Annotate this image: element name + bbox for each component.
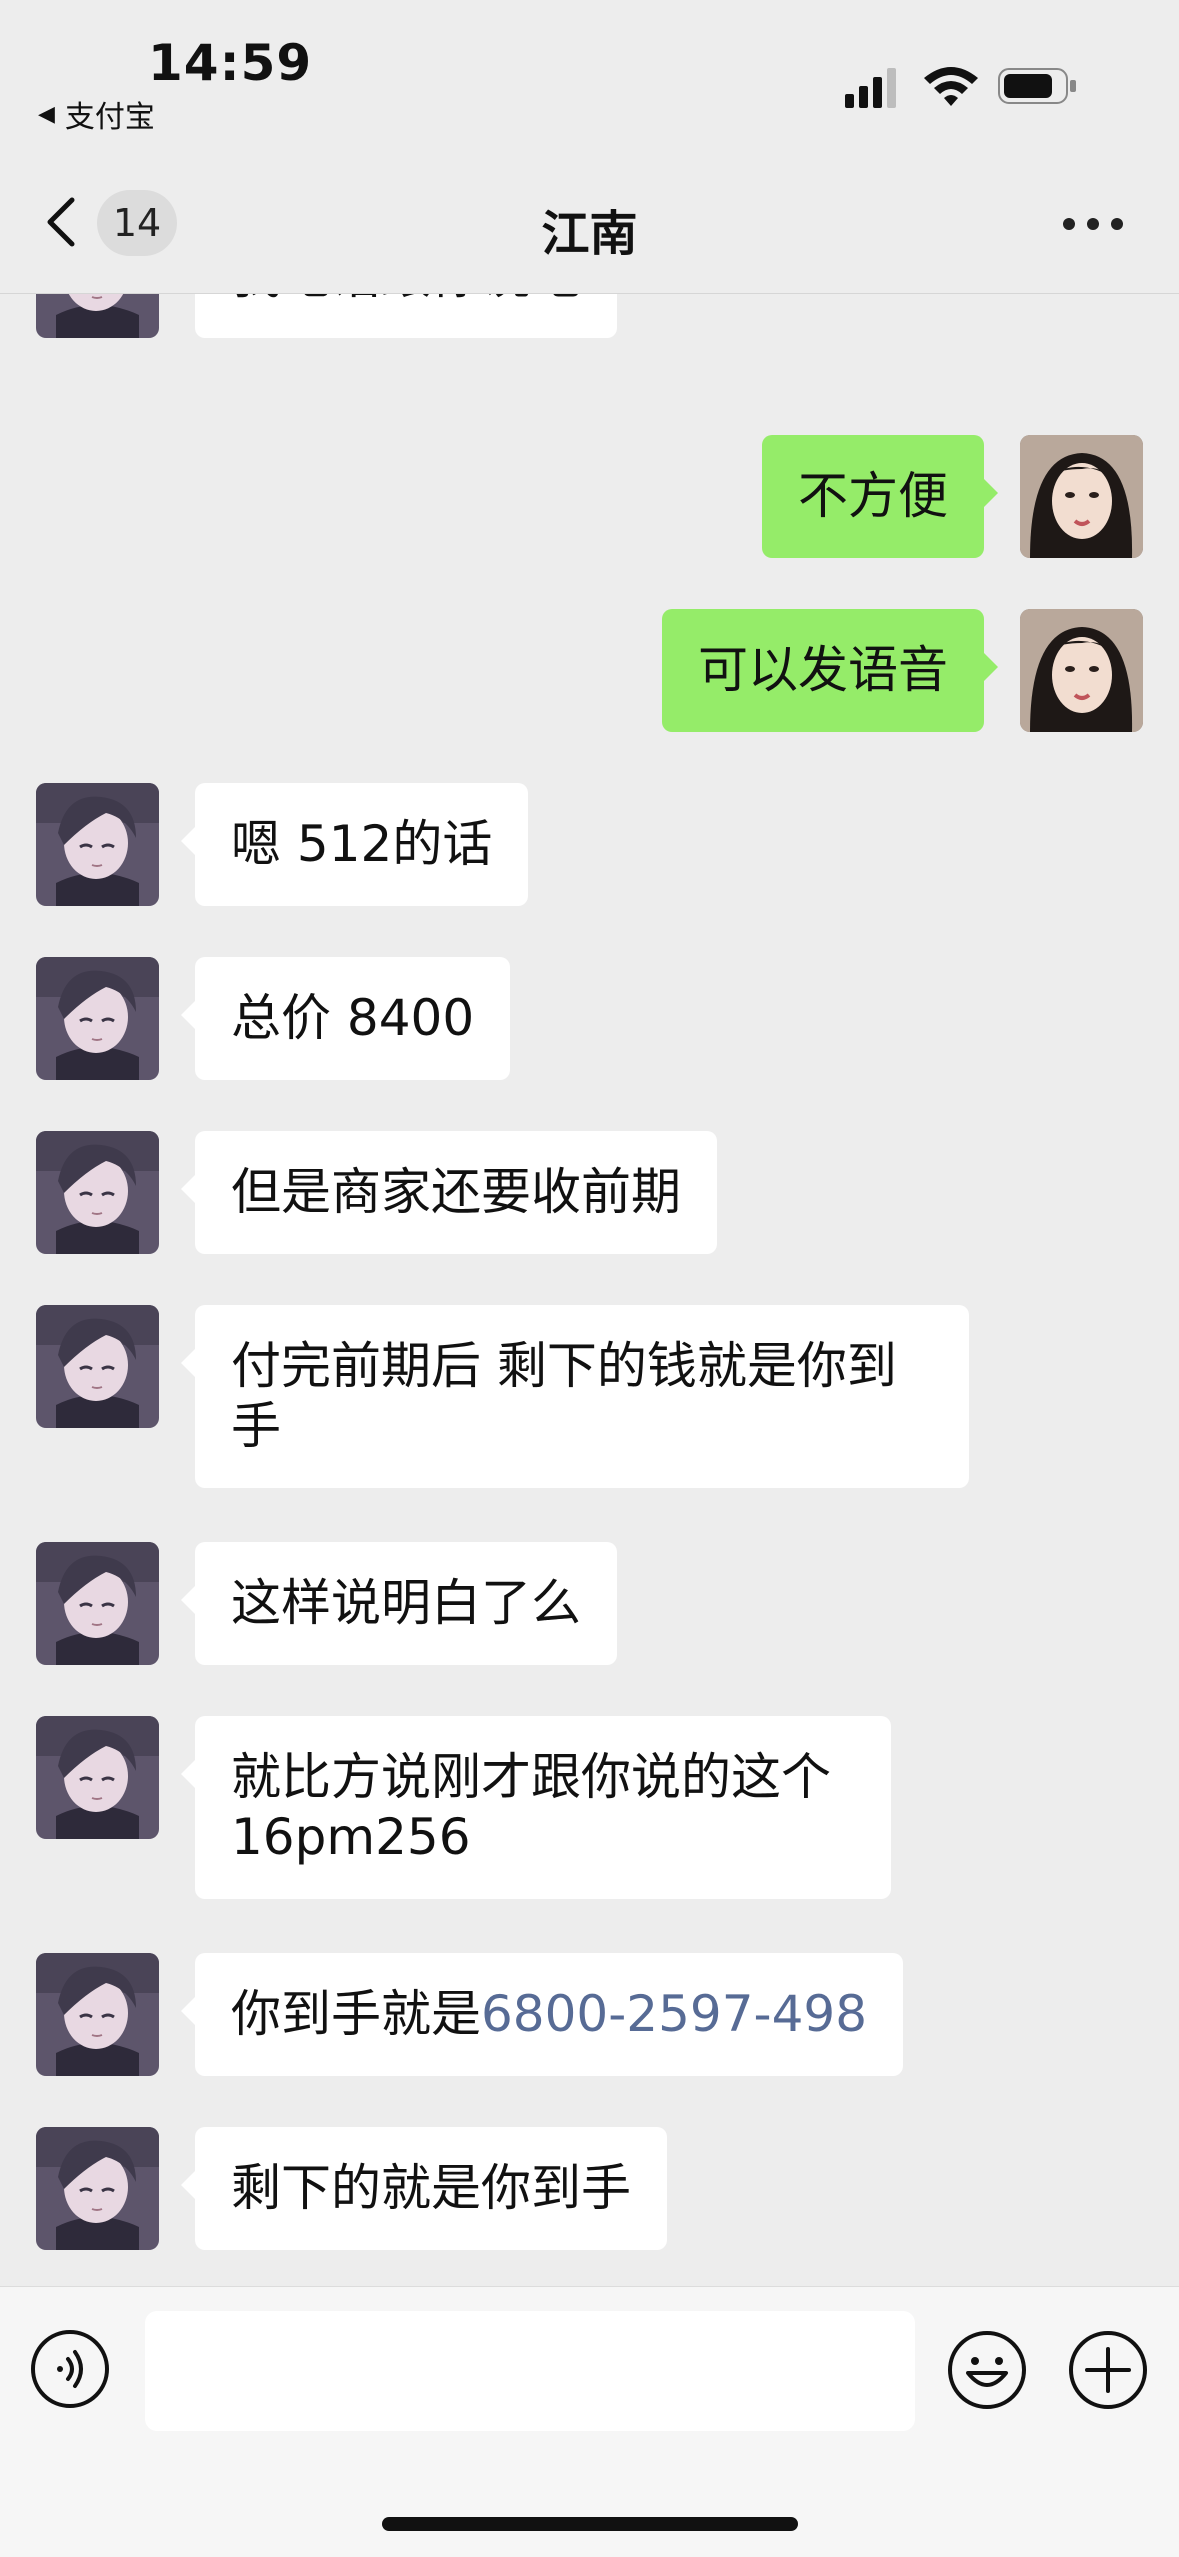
contact-avatar[interactable] — [36, 1131, 159, 1254]
back-app-label: 支付宝 — [64, 100, 155, 135]
message-bubble[interactable]: 剩下的就是你到手 — [181, 2127, 667, 2250]
status-bar: 14:59 ◀ 支付宝 — [0, 0, 1179, 150]
chat-header: 14 江南 — [0, 150, 1179, 294]
message-bubble[interactable]: 我电话跟你说吧 — [195, 293, 617, 338]
message-text: 你到手就是 — [231, 1985, 481, 2043]
message-bubble[interactable]: 不方便 — [762, 435, 998, 558]
message-bubble[interactable]: 这样说明白了么 — [181, 1542, 617, 1665]
contact-avatar[interactable] — [36, 1305, 159, 1428]
status-time: 14:59 — [148, 34, 313, 92]
message-bubble[interactable]: 付完前期后 剩下的钱就是你到手 — [181, 1305, 969, 1488]
back-triangle-icon: ◀ — [38, 101, 55, 127]
emoji-icon[interactable] — [946, 2329, 1028, 2411]
contact-avatar[interactable] — [36, 783, 159, 906]
contact-avatar[interactable] — [36, 2127, 159, 2250]
self-avatar[interactable] — [1020, 435, 1143, 558]
message-bubble[interactable]: 嗯 512的话 — [180, 783, 529, 906]
message-list[interactable]: 我电话跟你说吧 不方便 可以发语音 嗯 512的话 总价 8400 但是商家还要… — [0, 293, 1179, 2286]
more-icon[interactable] — [1063, 218, 1123, 232]
message-bubble[interactable]: 可以发语音 — [662, 609, 998, 732]
contact-avatar[interactable] — [36, 293, 159, 338]
wifi-icon — [924, 67, 978, 106]
chat-title: 江南 — [541, 206, 638, 262]
input-bar — [0, 2286, 1179, 2557]
plus-icon[interactable] — [1067, 2329, 1149, 2411]
self-avatar[interactable] — [1020, 609, 1143, 732]
message-bubble[interactable]: 就比方说刚才跟你说的这个16pm256 — [181, 1716, 891, 1899]
message-bubble[interactable]: 你到手就是6800-2597-498 — [180, 1953, 904, 2076]
contact-avatar[interactable] — [36, 1542, 159, 1665]
phone-number-link[interactable]: 6800-2597-498 — [481, 1985, 867, 2043]
contact-avatar[interactable] — [36, 1953, 159, 2076]
message-bubble[interactable]: 但是商家还要收前期 — [181, 1131, 717, 1254]
cellular-signal-icon — [845, 68, 896, 108]
home-indicator — [382, 2517, 798, 2531]
back-to-app-link[interactable]: ◀ 支付宝 — [38, 92, 155, 136]
message-bubble[interactable]: 总价 8400 — [180, 957, 511, 1080]
battery-icon — [998, 68, 1076, 104]
contact-avatar[interactable] — [36, 957, 159, 1080]
contact-avatar[interactable] — [36, 1716, 159, 1839]
voice-icon[interactable] — [30, 2329, 110, 2409]
message-input[interactable] — [145, 2311, 915, 2431]
